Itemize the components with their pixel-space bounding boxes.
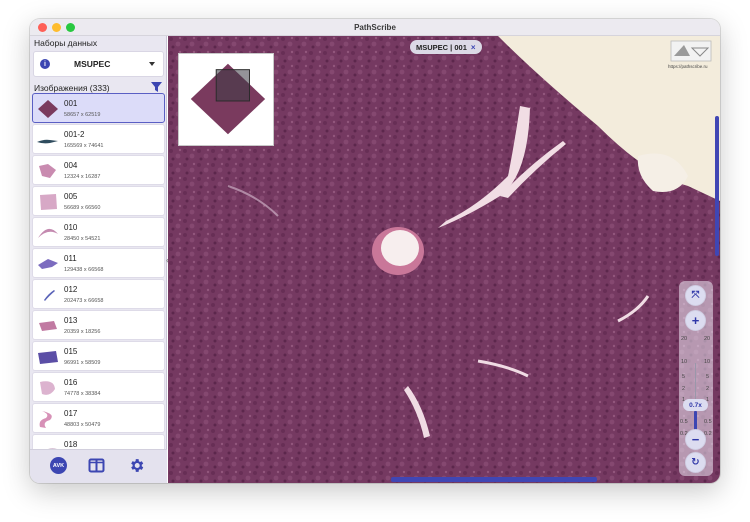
image-list-item-001-2[interactable]: 001-2 165569 x 74641 [32, 124, 165, 154]
minimap-overview[interactable] [178, 53, 274, 146]
zoom-tick-label: 2 [682, 386, 686, 392]
dataset-select[interactable]: i MSUPEC [33, 51, 164, 77]
sidebar-toolbar: AVK [30, 449, 167, 483]
slide-thumbnail [39, 321, 57, 331]
vertical-scrollbar[interactable] [715, 116, 719, 256]
image-list-item-015[interactable]: 015 96991 x 58509 [32, 341, 165, 371]
slide-thumbnail [38, 228, 58, 238]
image-dims: 48803 x 50479 [64, 422, 101, 428]
slide-thumbnail [39, 411, 52, 428]
title-bar: PathScribe [30, 19, 720, 36]
slide-thumbnail [40, 194, 57, 210]
image-name: 013 [64, 316, 78, 325]
image-tag-chip: MSUPEC | 001 × [410, 40, 482, 54]
chevron-down-icon [149, 62, 155, 66]
image-dims: 129438 x 66568 [64, 267, 104, 273]
slide-thumbnail [39, 164, 56, 178]
image-dims: 96991 x 58509 [64, 360, 101, 366]
slide-thumbnail [38, 351, 58, 364]
slide-thumbnail [44, 290, 55, 301]
image-dims: 74778 x 38384 [64, 391, 101, 397]
image-dims: 58657 x 62519 [64, 112, 101, 118]
zoom-tick-label: 10 [681, 359, 688, 365]
window-controls [38, 23, 75, 32]
avk-avatar-button[interactable]: AVK [50, 457, 67, 474]
image-name: 018 [64, 440, 78, 449]
image-list-item-013[interactable]: 013 20359 x 18256 [32, 310, 165, 340]
image-dims: 12324 x 16287 [64, 174, 101, 180]
close-icon[interactable]: × [471, 43, 476, 52]
image-name: 005 [64, 192, 78, 201]
refresh-icon[interactable]: ↻ [685, 452, 706, 473]
maximize-window-button[interactable] [66, 23, 75, 32]
image-name: 010 [64, 223, 78, 232]
image-name: 011 [64, 254, 77, 263]
zoom-tick-label: 10 [704, 359, 711, 365]
zoom-tick-label: 5 [682, 374, 686, 380]
image-dims: 20359 x 18256 [64, 329, 101, 335]
slide-thumbnail [37, 139, 58, 144]
zoom-tick-label: 5 [706, 374, 710, 380]
slide-thumbnail [38, 259, 58, 269]
logo-url: https://pathscribe.ru [668, 64, 708, 69]
sidebar: Наборы данных i MSUPEC Изображения (333)… [30, 36, 167, 483]
image-list-item-010[interactable]: 010 28450 x 54521 [32, 217, 165, 247]
slide-thumbnail [40, 381, 55, 395]
zoom-controls: ⤧ + 20 20 10 10 5 5 2 2 1 1 0.5 0.5 0.2 … [679, 281, 713, 476]
zoom-tick-label: 20 [681, 336, 688, 342]
image-name: 001 [64, 99, 78, 108]
image-list-item-011[interactable]: 011 129438 x 66568 [32, 248, 165, 278]
slide-thumbnail [48, 448, 57, 449]
slide-viewer[interactable]: MSUPEC | 001 × https://pathscribe.ru ⤧ +… [168, 36, 720, 483]
image-list-item-005[interactable]: 005 56689 x 66560 [32, 186, 165, 216]
image-list-item-018[interactable]: 018 [32, 434, 165, 449]
slide-thumbnail [38, 100, 58, 118]
gear-icon[interactable] [128, 457, 145, 474]
image-name: 012 [64, 285, 78, 294]
horizontal-scrollbar[interactable] [391, 477, 597, 482]
image-name: 001-2 [64, 130, 85, 139]
image-list-item-017[interactable]: 017 48803 x 50479 [32, 403, 165, 433]
zoom-tick-label: 20 [704, 336, 711, 342]
window-title: PathScribe [354, 22, 396, 32]
image-name: 016 [64, 378, 78, 387]
image-dims: 165569 x 74641 [64, 143, 104, 149]
zoom-out-button[interactable]: − [685, 429, 706, 450]
image-list-item-001[interactable]: 001 58657 x 62519 [32, 93, 165, 123]
zoom-tick-label: 2 [706, 386, 710, 392]
image-list[interactable]: 001 58657 x 62519 001-2 165569 x 74641 0… [32, 93, 165, 449]
datasets-header: Наборы данных [34, 38, 98, 48]
pathscribe-logo [670, 40, 712, 62]
info-icon[interactable]: i [40, 59, 50, 69]
filter-icon[interactable] [151, 82, 162, 92]
fit-to-screen-icon[interactable]: ⤧ [685, 285, 706, 306]
split-view-icon[interactable] [88, 457, 105, 474]
image-name: 004 [64, 161, 78, 170]
image-name: 015 [64, 347, 78, 356]
image-dims: 202473 x 66658 [64, 298, 104, 304]
image-list-item-004[interactable]: 004 12324 x 16287 [32, 155, 165, 185]
zoom-value-badge[interactable]: 0.7x [683, 399, 708, 411]
minimize-window-button[interactable] [52, 23, 61, 32]
app-window: PathScribe Наборы данных i MSUPEC Изобра… [30, 19, 720, 483]
zoom-tick-label: 0.5 [704, 419, 712, 425]
zoom-tick-label: 0.5 [680, 419, 688, 425]
dataset-name: MSUPEC [74, 59, 111, 69]
image-name: 017 [64, 409, 78, 418]
image-tag-label: MSUPEC | 001 [416, 42, 467, 52]
zoom-in-button[interactable]: + [685, 310, 706, 331]
close-window-button[interactable] [38, 23, 47, 32]
image-dims: 56689 x 66560 [64, 205, 101, 211]
images-header: Изображения (333) [34, 83, 110, 93]
image-list-item-016[interactable]: 016 74778 x 38384 [32, 372, 165, 402]
image-list-item-012[interactable]: 012 202473 x 66658 [32, 279, 165, 309]
image-dims: 28450 x 54521 [64, 236, 101, 242]
